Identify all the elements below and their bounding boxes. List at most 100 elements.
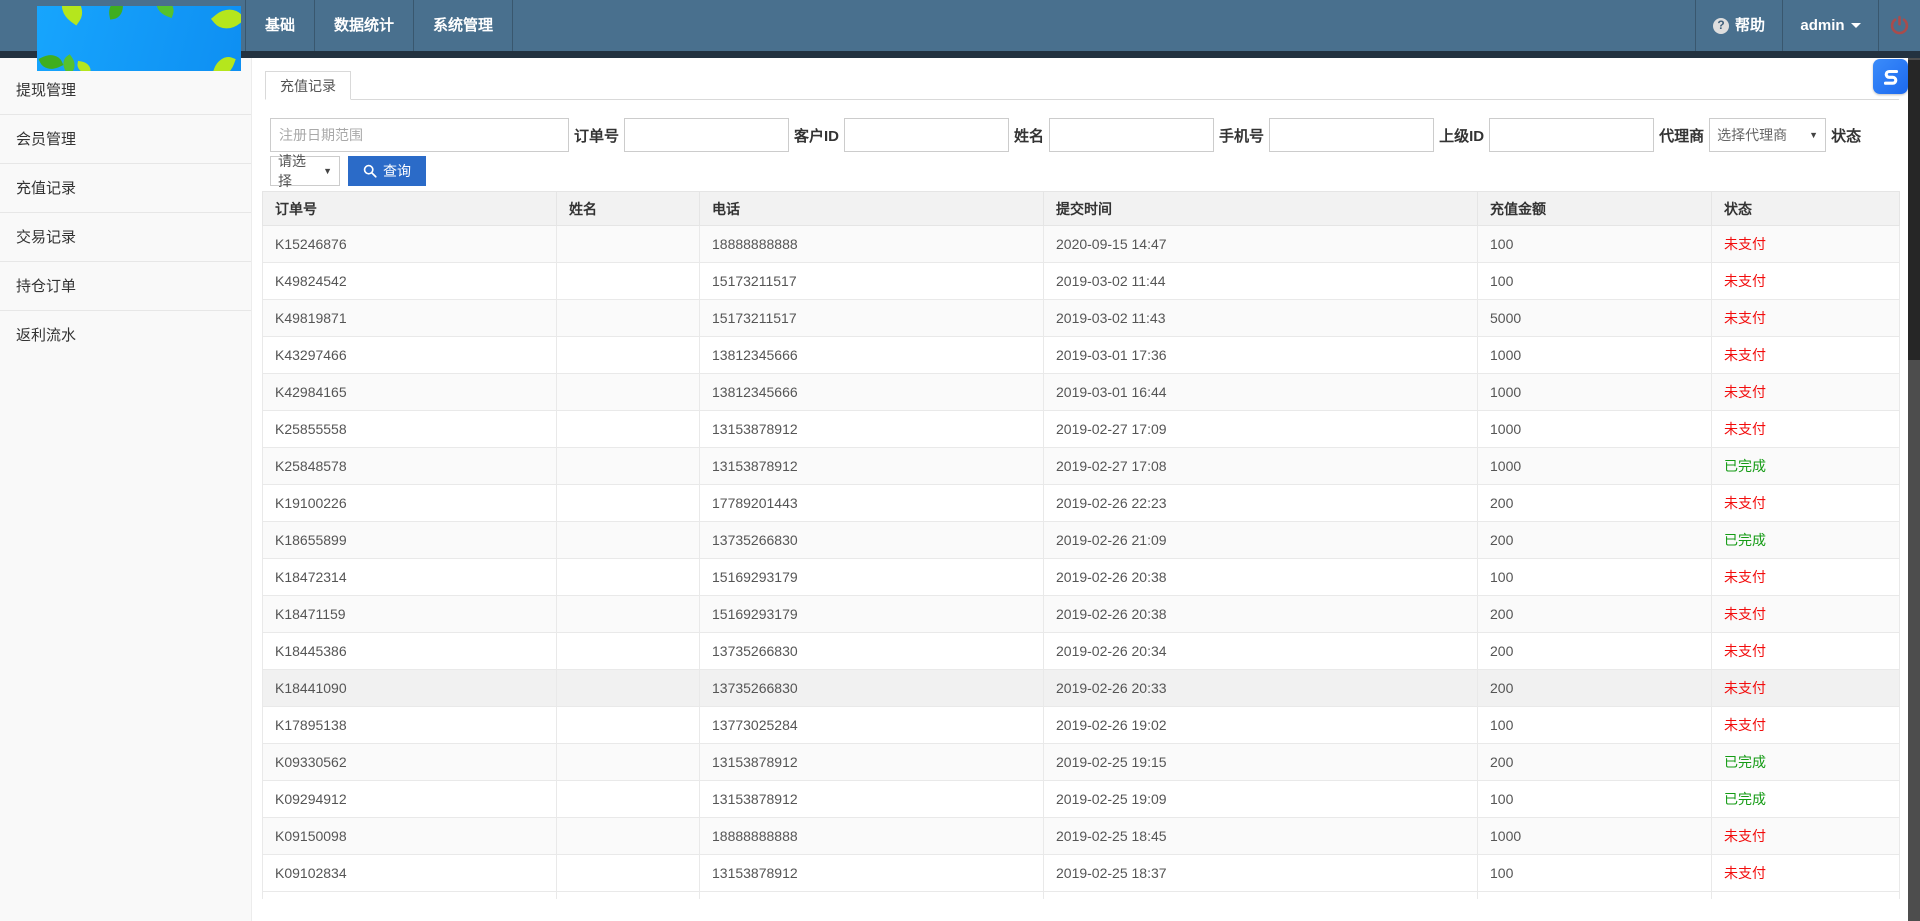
cell-status: 已完成 (1712, 522, 1900, 559)
parent-id-input[interactable] (1489, 118, 1654, 152)
cell-name (557, 448, 700, 485)
cell-order: K49824542 (263, 263, 557, 300)
sidebar-item-position-orders[interactable]: 持仓订单 (0, 262, 251, 311)
cell-time: 2019-03-02 11:43 (1044, 300, 1478, 337)
cell-time: 2019-02-26 19:02 (1044, 707, 1478, 744)
cell-order: K25855558 (263, 411, 557, 448)
tab-recharge-records[interactable]: 充值记录 (265, 71, 351, 100)
cell-phone: 13153878912 (700, 448, 1044, 485)
cell-amount: 200 (1478, 522, 1712, 559)
table-row: K09330562131538789122019-02-25 19:15200已… (263, 744, 1900, 781)
col-header-status: 状态 (1712, 192, 1900, 226)
order-no-label: 订单号 (574, 125, 619, 146)
table-row: K18445386137352668302019-02-26 20:34200未… (263, 633, 1900, 670)
cell-time: 2019-02-26 20:38 (1044, 596, 1478, 633)
cell-order: K19100226 (263, 485, 557, 522)
leaf-decor (76, 61, 92, 71)
cell-status: 未支付 (1712, 818, 1900, 855)
name-input[interactable] (1049, 118, 1214, 152)
agent-select-value: 选择代理商 (1717, 125, 1787, 145)
sidebar-item-trade-records[interactable]: 交易记录 (0, 213, 251, 262)
cell-amount: 200 (1478, 670, 1712, 707)
cell-time: 2019-02-25 19:09 (1044, 781, 1478, 818)
customer-id-input[interactable] (844, 118, 1009, 152)
cell-name (557, 411, 700, 448)
cell-amount: 100 (1478, 263, 1712, 300)
input-method-icon[interactable] (1873, 59, 1908, 94)
menu-item-basic[interactable]: 基础 (245, 0, 314, 51)
cell-status: 未支付 (1712, 855, 1900, 892)
table-row: K09294912131538789122019-02-25 19:09100已… (263, 781, 1900, 818)
cell-phone: 13735266830 (700, 633, 1044, 670)
search-button[interactable]: 查询 (348, 156, 426, 186)
sidebar-item-member-management[interactable]: 会员管理 (0, 115, 251, 164)
phone-input[interactable] (1269, 118, 1434, 152)
cell-order: K09150098 (263, 818, 557, 855)
cell-amount: 200 (1478, 744, 1712, 781)
cell-name (557, 226, 700, 263)
table-row: K09150098188888888882019-02-25 18:451000… (263, 818, 1900, 855)
cell-order: K49819871 (263, 300, 557, 337)
help-label: 帮助 (1735, 0, 1765, 51)
table-row: K49824542151732115172019-03-02 11:44100未… (263, 263, 1900, 300)
sidebar-item-recharge-records[interactable]: 充值记录 (0, 164, 251, 213)
cell-time: 2019-02-26 22:23 (1044, 485, 1478, 522)
cell-phone: 13812345666 (700, 374, 1044, 411)
cell-order: K18441090 (263, 670, 557, 707)
cell-time: 2019-03-01 17:36 (1044, 337, 1478, 374)
cell-phone: 13735266830 (700, 670, 1044, 707)
select-arrow-icon: ▼ (323, 166, 332, 176)
table-row: K43297466138123456662019-03-01 17:361000… (263, 337, 1900, 374)
cell-name (557, 559, 700, 596)
user-dropdown[interactable]: admin (1782, 0, 1878, 51)
vertical-scrollbar[interactable] (1908, 58, 1920, 921)
user-name: admin (1800, 0, 1844, 51)
cell-phone: 13773025284 (700, 707, 1044, 744)
cell-amount: 100 (1478, 855, 1712, 892)
leaf-decor (59, 54, 79, 71)
filter-panel: 订单号 客户ID 姓名 手机号 上级ID 代理商 选择代理商 ▼ 状态 请选择 … (270, 118, 1908, 186)
order-no-input[interactable] (624, 118, 789, 152)
tab-bar: 充值记录 (265, 72, 1899, 100)
cell-order: K43297466 (263, 337, 557, 374)
cell-amount: 1000 (1478, 411, 1712, 448)
cell-phone: 13812345666 (700, 337, 1044, 374)
cell-phone: 13735266830 (700, 522, 1044, 559)
menu-item-statistics[interactable]: 数据统计 (314, 0, 413, 51)
cell-phone: 15173211517 (700, 300, 1044, 337)
status-select[interactable]: 请选择 ▼ (270, 156, 340, 186)
cell-status: 已完成 (1712, 448, 1900, 485)
top-navbar: 基础 数据统计 系统管理 ? 帮助 admin (0, 0, 1920, 51)
col-header-name: 姓名 (557, 192, 700, 226)
cell-phone: 15169293179 (700, 559, 1044, 596)
cell-status: 未支付 (1712, 633, 1900, 670)
leaf-decor (153, 6, 177, 18)
menu-item-system[interactable]: 系统管理 (413, 0, 513, 51)
help-button[interactable]: ? 帮助 (1695, 0, 1782, 51)
agent-select[interactable]: 选择代理商 ▼ (1709, 118, 1826, 152)
sidebar-item-withdraw-management[interactable]: 提现管理 (0, 66, 251, 115)
cell-time: 2019-02-26 21:09 (1044, 522, 1478, 559)
cell-name (557, 818, 700, 855)
cell-amount: 100 (1478, 781, 1712, 818)
site-logo (37, 6, 241, 71)
cell-name (557, 707, 700, 744)
cell-status: 未支付 (1712, 300, 1900, 337)
cell-time: 2019-02-26 20:33 (1044, 670, 1478, 707)
table-row: K18471159151692931792019-02-26 20:38200未… (263, 596, 1900, 633)
cell-name (557, 744, 700, 781)
register-date-range-input[interactable] (270, 118, 569, 152)
col-header-phone: 电话 (700, 192, 1044, 226)
sidebar-item-rebate-flow[interactable]: 返利流水 (0, 311, 251, 360)
col-header-amount: 充值金额 (1478, 192, 1712, 226)
cell-name (557, 374, 700, 411)
cell-amount: 200 (1478, 485, 1712, 522)
name-label: 姓名 (1014, 125, 1044, 146)
cell-status: 未支付 (1712, 707, 1900, 744)
scrollbar-thumb[interactable] (1908, 60, 1920, 360)
cell-amount: 100 (1478, 707, 1712, 744)
cell-order: K18445386 (263, 633, 557, 670)
cell-time: 2019-02-27 17:08 (1044, 448, 1478, 485)
logout-button[interactable] (1878, 0, 1920, 51)
leaf-decor (212, 53, 235, 71)
